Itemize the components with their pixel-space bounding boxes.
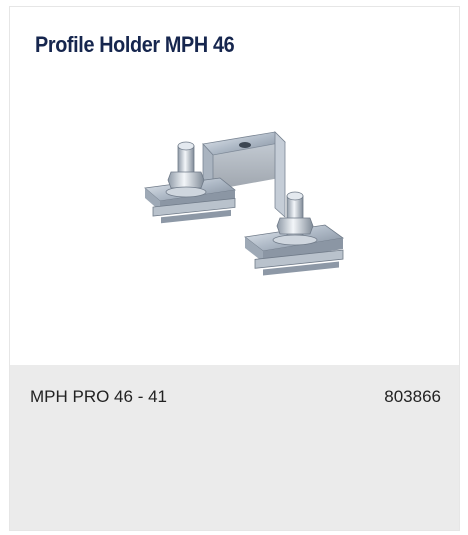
product-title: Profile Holder MPH 46 [35, 32, 235, 57]
variant-row[interactable]: MPH PRO 46 - 41 803866 [30, 387, 441, 407]
article-number: 803866 [384, 387, 441, 406]
variant-name: MPH PRO 46 - 41 [30, 387, 167, 406]
product-image[interactable] [125, 122, 360, 292]
variant-panel: MPH PRO 46 - 41 803866 [10, 365, 459, 530]
product-card[interactable]: Profile Holder MPH 46 MPH PRO 46 - 41 80… [9, 6, 460, 531]
product-card-header: Profile Holder MPH 46 [10, 7, 459, 365]
left-bolt [165, 141, 207, 198]
